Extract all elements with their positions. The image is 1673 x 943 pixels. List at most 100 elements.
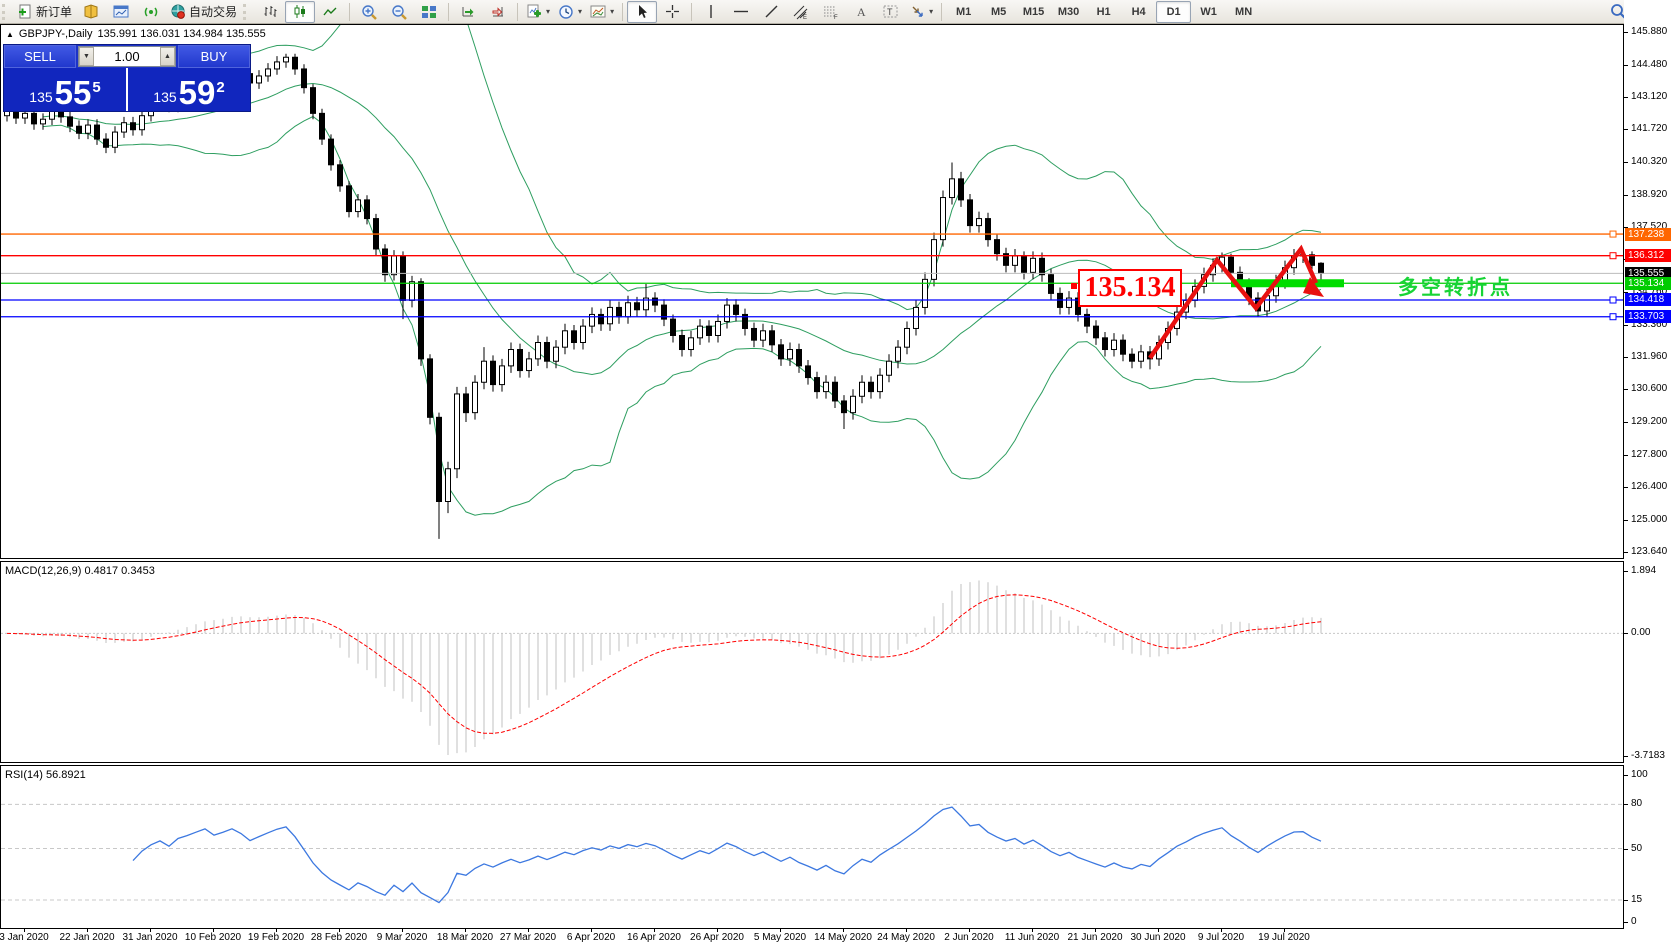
tf-h4-button[interactable]: H4 — [1121, 1, 1156, 23]
tf-m1-button[interactable]: M1 — [946, 1, 981, 23]
indicators-button[interactable]: ▾ — [522, 1, 554, 23]
rsi-canvas[interactable] — [1, 766, 1623, 928]
signals-button[interactable] — [136, 1, 166, 23]
tile-windows-button[interactable] — [414, 1, 444, 23]
text-button[interactable]: A — [846, 1, 876, 23]
zoom-out-button[interactable] — [384, 1, 414, 23]
buy-price-display[interactable]: 135 59 2 — [128, 68, 250, 111]
fibonacci-icon: F — [823, 4, 839, 20]
tf-m15-button[interactable]: M15 — [1016, 1, 1051, 23]
chart-window-button[interactable] — [106, 1, 136, 23]
label-button[interactable]: T — [876, 1, 906, 23]
svg-text:A: A — [857, 5, 866, 19]
svg-text:E: E — [803, 15, 807, 20]
tf-m30-button[interactable]: M30 — [1051, 1, 1086, 23]
buy-button[interactable]: BUY — [178, 45, 250, 68]
crosshair-icon — [665, 4, 680, 19]
tf-mn-button[interactable]: MN — [1226, 1, 1261, 23]
date-tick-label: 5 May 2020 — [754, 932, 806, 943]
toolbar-grip[interactable] — [243, 4, 253, 20]
auto-scroll-button[interactable] — [453, 1, 483, 23]
auto-scroll-icon — [460, 4, 476, 19]
date-tick-label: 24 May 2020 — [877, 932, 935, 943]
crosshair-button[interactable] — [657, 1, 687, 23]
date-axis[interactable]: 3 Jan 202022 Jan 202031 Jan 202010 Feb 2… — [0, 929, 1624, 943]
price-line-badge: 136.312 — [1625, 249, 1671, 262]
text-icon: A — [855, 4, 868, 19]
macd-label: MACD(12,26,9) 0.4817 0.3453 — [5, 565, 155, 577]
buy-price-big: 59 — [179, 78, 216, 108]
svg-text:F: F — [834, 15, 838, 20]
new-order-icon — [18, 4, 33, 19]
text-label-icon: T — [883, 4, 899, 19]
line-chart-type-button[interactable] — [315, 1, 345, 23]
vertical-line-icon — [705, 4, 717, 19]
add-indicator-icon — [526, 4, 542, 20]
tf-m5-button[interactable]: M5 — [981, 1, 1016, 23]
new-order-label: 新订单 — [36, 3, 72, 20]
price-line-badge: 135.134 — [1625, 277, 1671, 290]
sell-price-display[interactable]: 135 55 5 — [4, 68, 126, 111]
toolbar-grip[interactable] — [2, 4, 12, 20]
tf-w1-button[interactable]: W1 — [1191, 1, 1226, 23]
periods-clock-button[interactable]: ▾ — [554, 1, 586, 23]
tf-h1-button[interactable]: H1 — [1086, 1, 1121, 23]
symbol-ohlc: 135.991 136.031 134.984 135.555 — [97, 28, 265, 40]
chart-shift-icon — [490, 4, 506, 19]
chevron-down-icon: ▾ — [546, 7, 550, 16]
horizontal-line-button[interactable] — [726, 1, 756, 23]
autotrade-label: 自动交易 — [189, 3, 237, 20]
buy-price-main: 135 — [153, 89, 176, 105]
sell-price-main: 135 — [29, 89, 52, 105]
zone-annotation-text[interactable]: 多空转折点 — [1398, 271, 1513, 300]
rsi-pane[interactable] — [0, 765, 1624, 929]
candle-chart-type-button[interactable] — [285, 1, 315, 23]
toolbar-separator — [517, 3, 518, 21]
chart-symbol-title: ▲ GBPJPY-,Daily 135.991 136.031 134.984 … — [6, 28, 266, 40]
sell-button[interactable]: SELL — [4, 45, 76, 68]
channel-button[interactable]: E — [786, 1, 816, 23]
volume-value[interactable]: 1.00 — [94, 47, 160, 66]
toolbar-separator — [691, 3, 692, 21]
date-tick-label: 2 Jun 2020 — [944, 932, 994, 943]
line-chart-icon — [322, 4, 338, 19]
autotrade-icon — [170, 4, 186, 19]
annotation-handle[interactable] — [1071, 283, 1077, 289]
date-tick-label: 3 Jan 2020 — [0, 932, 49, 943]
chart-shift-button[interactable] — [483, 1, 513, 23]
svg-text:T: T — [887, 7, 893, 17]
vertical-line-button[interactable] — [696, 1, 726, 23]
date-tick-label: 27 Mar 2020 — [500, 932, 556, 943]
volume-increase-button[interactable]: ▲ — [160, 47, 175, 66]
history-book-button[interactable] — [76, 1, 106, 23]
price-annotation-box[interactable]: 135.134 — [1078, 269, 1182, 307]
book-icon — [83, 4, 99, 19]
date-tick-label: 9 Jul 2020 — [1198, 932, 1244, 943]
date-tick-label: 21 Jun 2020 — [1067, 932, 1122, 943]
cursor-button[interactable] — [627, 1, 657, 23]
tf-d1-button[interactable]: D1 — [1156, 1, 1191, 23]
macd-pane[interactable] — [0, 561, 1624, 763]
volume-decrease-button[interactable]: ▼ — [79, 47, 94, 66]
toolbar-separator — [349, 3, 350, 21]
symbol-name: GBPJPY-,Daily — [19, 28, 93, 40]
autotrade-button[interactable]: 自动交易 — [166, 1, 241, 23]
sell-price-big: 55 — [55, 78, 92, 108]
zoom-in-button[interactable] — [354, 1, 384, 23]
macd-canvas[interactable] — [1, 562, 1623, 762]
templates-button[interactable]: ▾ — [586, 1, 618, 23]
fibonacci-button[interactable]: F — [816, 1, 846, 23]
price-line-badge: 137.238 — [1625, 228, 1671, 241]
price-line-badge: 134.418 — [1625, 293, 1671, 306]
collapse-triangle-icon[interactable]: ▲ — [6, 30, 14, 39]
bar-chart-type-button[interactable] — [255, 1, 285, 23]
candles-chart-icon — [292, 4, 308, 19]
date-tick-label: 28 Feb 2020 — [311, 932, 367, 943]
price-axis[interactable]: 145.880144.480143.120141.720140.320138.9… — [1624, 0, 1673, 943]
trendline-button[interactable] — [756, 1, 786, 23]
shapes-button[interactable]: ▾ — [906, 1, 937, 23]
tile-windows-icon — [421, 4, 437, 19]
date-tick-label: 10 Feb 2020 — [185, 932, 241, 943]
template-chart-icon — [590, 4, 606, 19]
new-order-button[interactable]: 新订单 — [14, 1, 76, 23]
